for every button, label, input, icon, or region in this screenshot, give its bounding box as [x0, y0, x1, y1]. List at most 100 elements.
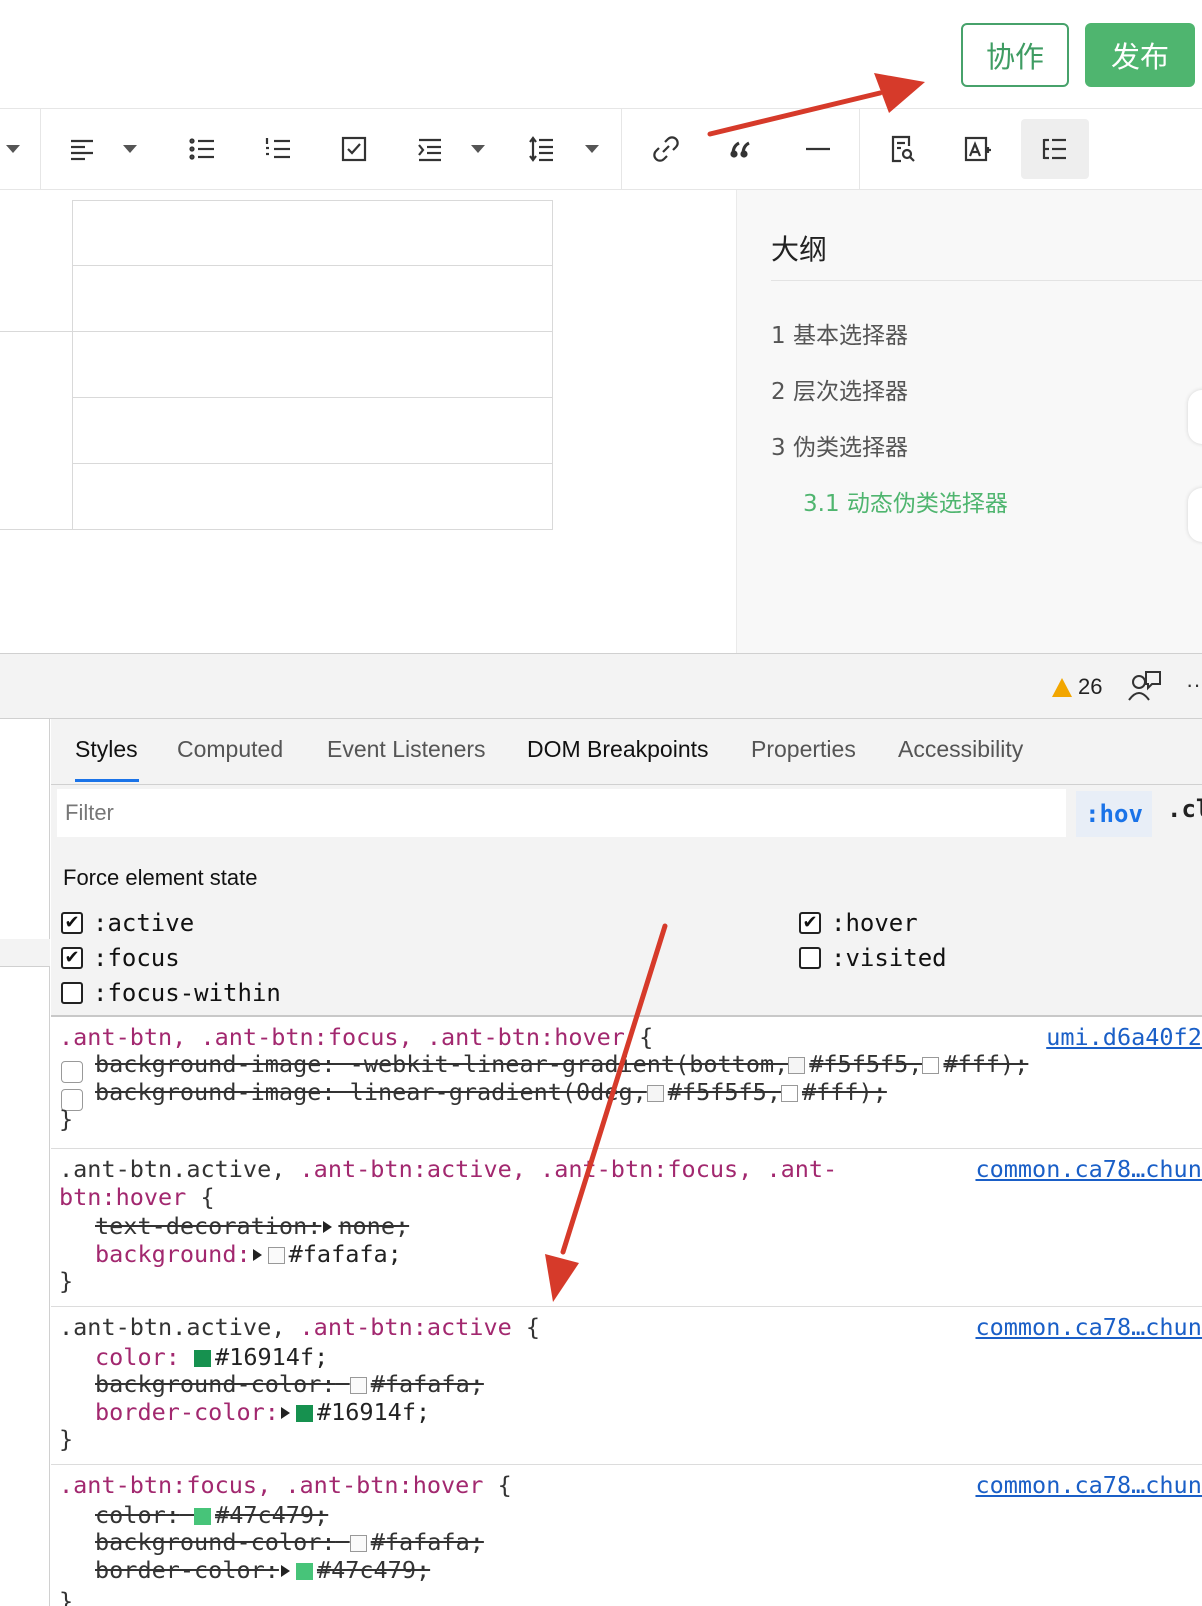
color-swatch[interactable]	[295, 1405, 313, 1422]
declaration-checkbox[interactable]	[61, 1061, 83, 1083]
outline-panel: 大纲 1 基本选择器 2 层次选择器 3 伪类选择器 3.1 动态伪类选择器	[736, 190, 1202, 653]
styles-tabbar: Styles Computed Event Listeners DOM Brea…	[51, 719, 1202, 785]
outline-item-active[interactable]: 3.1 动态伪类选择器	[803, 484, 1008, 518]
force-state-title: Force element state	[63, 865, 258, 890]
source-link[interactable]: common.ca78…chunk	[975, 1471, 1202, 1499]
warnings-counter[interactable]: 26	[1052, 674, 1102, 700]
elements-pane-band	[0, 939, 50, 967]
publish-button[interactable]: 发布	[1085, 23, 1195, 87]
chevron-down-icon[interactable]	[123, 145, 137, 153]
checkbox-unchecked[interactable]	[61, 982, 83, 1004]
declaration[interactable]: color: #16914f;	[95, 1343, 328, 1371]
checkbox-checked[interactable]: ✔	[61, 912, 83, 934]
css-rule: .ant-btn, .ant-btn:focus, .ant-btn:hover…	[51, 1017, 1202, 1149]
expand-triangle-icon[interactable]	[252, 1249, 262, 1261]
rule-selector[interactable]: .ant-btn.active, .ant-btn:active, .ant-b…	[59, 1155, 837, 1183]
chevron-down-icon[interactable]	[471, 145, 485, 153]
expand-triangle-icon[interactable]	[323, 1221, 333, 1233]
editor-toolbar	[0, 108, 1202, 190]
color-swatch[interactable]	[194, 1508, 212, 1525]
rule-close: }	[59, 1425, 74, 1453]
numbered-list-icon[interactable]	[248, 119, 308, 179]
state-focus[interactable]: ✔ :focus	[61, 944, 180, 972]
color-swatch[interactable]	[780, 1085, 798, 1102]
image-text-icon[interactable]	[948, 119, 1008, 179]
scroll-handle[interactable]	[1188, 390, 1202, 444]
warning-icon	[1052, 677, 1072, 697]
collaborate-button[interactable]: 协作	[961, 23, 1069, 87]
rule-selector-cont[interactable]: btn:hover {	[59, 1183, 215, 1211]
quote-icon[interactable]	[712, 119, 772, 179]
expand-triangle-icon[interactable]	[280, 1565, 290, 1577]
chevron-down-icon[interactable]	[585, 145, 599, 153]
elements-pane	[0, 719, 50, 1606]
checkbox-checked[interactable]: ✔	[61, 947, 83, 969]
horizontal-rule-icon[interactable]	[788, 119, 848, 179]
css-rule: .ant-btn.active, .ant-btn:active, .ant-b…	[51, 1149, 1202, 1307]
chevron-down-icon[interactable]	[6, 145, 20, 153]
declaration[interactable]: background-image: -webkit-linear-gradien…	[95, 1050, 1028, 1078]
hov-button[interactable]: :hov	[1076, 791, 1152, 837]
checkbox-checked[interactable]: ✔	[799, 912, 821, 934]
link-icon[interactable]	[636, 119, 696, 179]
expand-triangle-icon[interactable]	[280, 1407, 290, 1419]
indent-icon[interactable]	[400, 119, 460, 179]
color-swatch[interactable]	[349, 1535, 367, 1552]
outline-toggle-icon[interactable]	[1021, 119, 1089, 179]
declaration[interactable]: background-color: #fafafa;	[95, 1370, 484, 1398]
line-height-icon[interactable]	[512, 119, 572, 179]
outline-item[interactable]: 3 伪类选择器	[771, 428, 908, 462]
task-list-icon[interactable]	[324, 119, 384, 179]
source-link[interactable]: common.ca78…chunk	[975, 1313, 1202, 1341]
rule-selector[interactable]: .ant-btn, .ant-btn:focus, .ant-btn:hover…	[59, 1023, 653, 1051]
rule-selector[interactable]: .ant-btn:focus, .ant-btn:hover {	[59, 1471, 512, 1499]
state-visited[interactable]: :visited	[799, 944, 947, 972]
tab-computed[interactable]: Computed	[177, 736, 283, 763]
color-swatch[interactable]	[646, 1085, 664, 1102]
align-left-icon[interactable]	[52, 119, 112, 179]
state-hover[interactable]: ✔ :hover	[799, 909, 918, 937]
declaration[interactable]: border-color: #16914f;	[95, 1398, 430, 1426]
outline-item[interactable]: 2 层次选择器	[771, 372, 908, 406]
search-doc-icon[interactable]	[872, 119, 932, 179]
declaration[interactable]: background-image: linear-gradient(0deg, #…	[95, 1078, 887, 1106]
warning-count: 26	[1078, 674, 1103, 699]
tab-dom-breakpoints[interactable]: DOM Breakpoints	[527, 736, 709, 763]
tab-accessibility[interactable]: Accessibility	[898, 736, 1023, 763]
state-label: :focus	[93, 944, 180, 972]
tab-event-listeners[interactable]: Event Listeners	[327, 736, 486, 763]
declaration[interactable]: text-decoration: none;	[95, 1212, 409, 1240]
state-label: :visited	[831, 944, 947, 972]
style-rules: .ant-btn, .ant-btn:focus, .ant-btn:hover…	[51, 1017, 1202, 1606]
cls-button[interactable]: .cl	[1167, 795, 1202, 823]
state-focus-within[interactable]: :focus-within	[61, 979, 281, 1007]
css-rule: .ant-btn.active, .ant-btn:active { commo…	[51, 1307, 1202, 1465]
bullet-list-icon[interactable]	[172, 119, 232, 179]
feedback-icon[interactable]	[1126, 668, 1162, 704]
source-link[interactable]: common.ca78…chunk	[975, 1155, 1202, 1183]
checkbox-unchecked[interactable]	[799, 947, 821, 969]
filter-input[interactable]	[57, 789, 1066, 837]
rule-selector[interactable]: .ant-btn.active, .ant-btn:active {	[59, 1313, 540, 1341]
declaration[interactable]: border-color: #47c479;	[95, 1556, 430, 1584]
declaration[interactable]: color: #47c479;	[95, 1501, 328, 1529]
state-label: :active	[93, 909, 195, 937]
color-swatch[interactable]	[194, 1350, 212, 1367]
toolbar-divider	[859, 109, 860, 189]
scroll-handle[interactable]	[1188, 488, 1202, 542]
declaration[interactable]: background-color: #fafafa;	[95, 1528, 484, 1556]
tab-styles[interactable]: Styles	[75, 736, 138, 763]
color-swatch[interactable]	[349, 1377, 367, 1394]
color-swatch[interactable]	[788, 1057, 806, 1074]
color-swatch[interactable]	[267, 1247, 285, 1264]
toolbar-divider	[40, 109, 41, 189]
tab-properties[interactable]: Properties	[751, 736, 856, 763]
outline-item[interactable]: 1 基本选择器	[771, 316, 908, 350]
rule-close: }	[59, 1267, 74, 1295]
state-active[interactable]: ✔ :active	[61, 909, 194, 937]
color-swatch[interactable]	[922, 1057, 940, 1074]
declaration[interactable]: background: #fafafa;	[95, 1240, 402, 1268]
source-link[interactable]: umi.d6a40f24	[1046, 1023, 1202, 1051]
more-options-icon[interactable]: ··	[1186, 672, 1201, 698]
color-swatch[interactable]	[295, 1563, 313, 1580]
